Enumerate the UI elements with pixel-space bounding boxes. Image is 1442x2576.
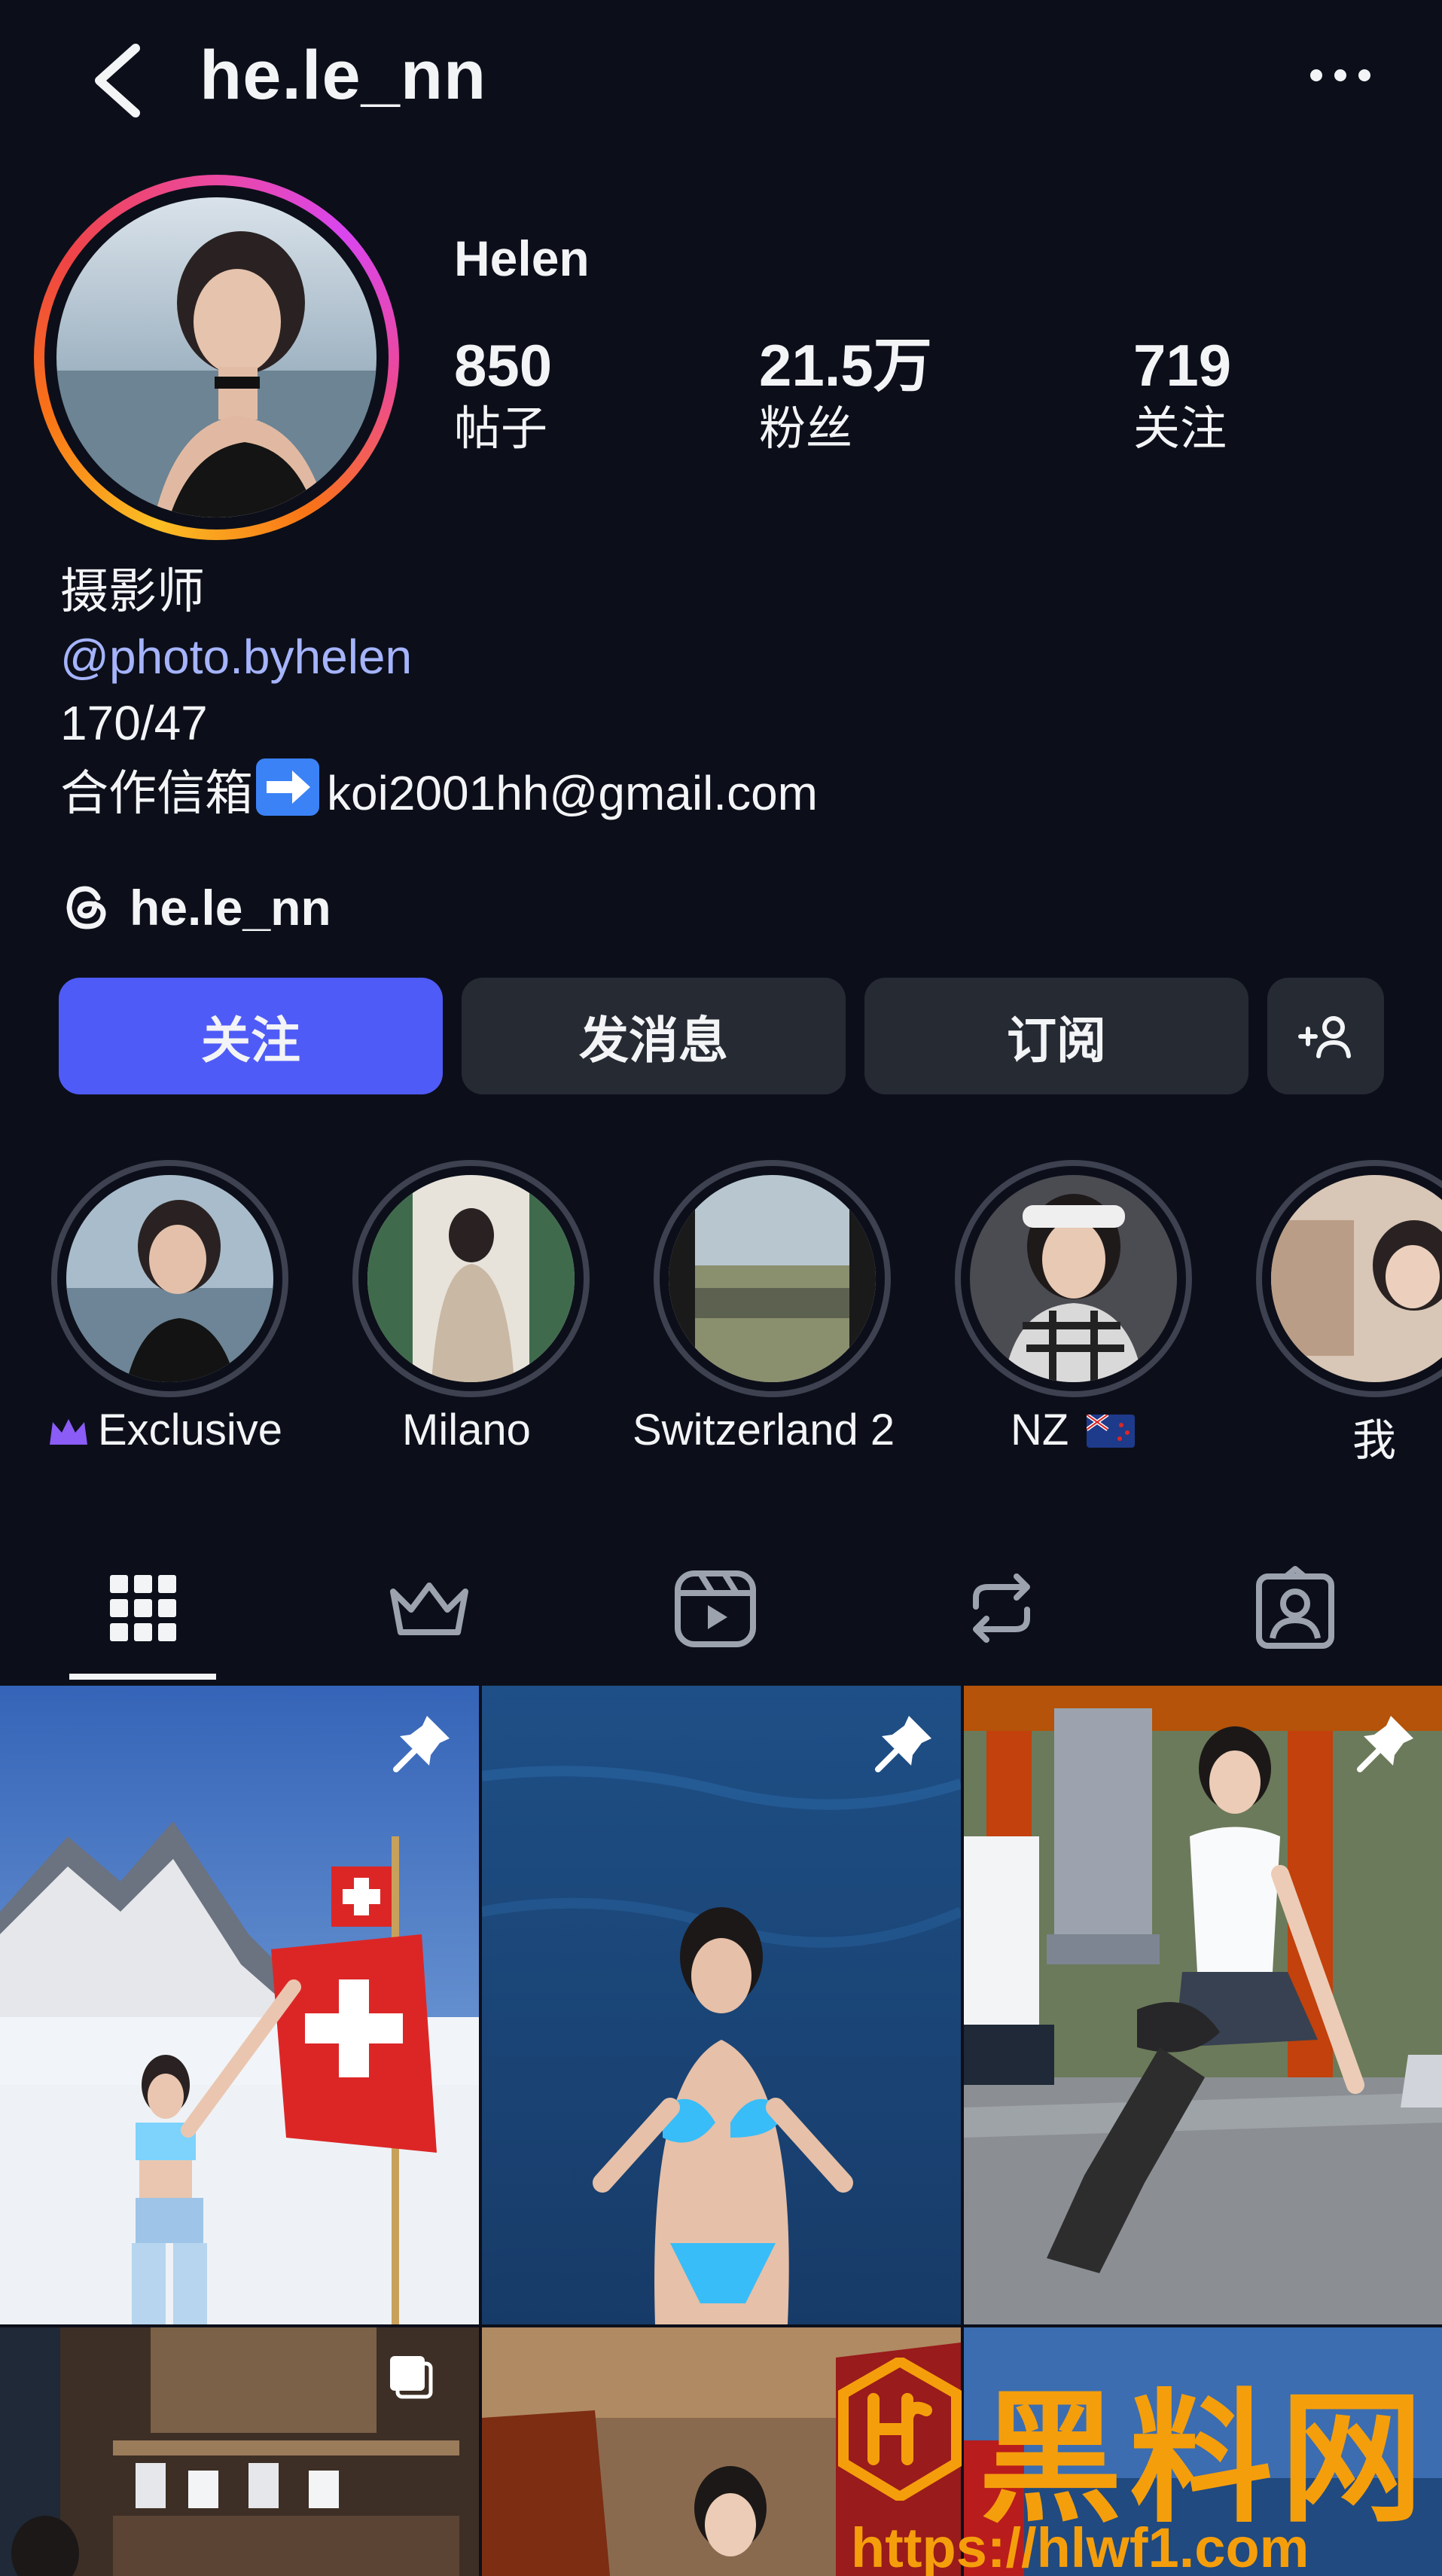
watermark-url: https://hlwf1.com: [851, 2516, 1309, 2576]
threads-icon: [66, 886, 106, 929]
highlight-label-me: 我: [1352, 1416, 1397, 1465]
stat-following-count: 719: [1133, 332, 1232, 398]
page-title: he.le_nn: [200, 37, 487, 114]
display-name: Helen: [454, 230, 590, 286]
right-arrow-emoji-icon: [256, 758, 319, 816]
bio-mention-link[interactable]: @photo.byhelen: [60, 627, 412, 687]
chevron-left-icon[interactable]: [83, 39, 151, 122]
stat-posts-label: 帖子: [454, 403, 548, 455]
carousel-icon: [390, 2356, 433, 2399]
highlight-cover: [66, 1175, 273, 1382]
pin-icon: [875, 1716, 931, 1772]
stat-following-label: 关注: [1133, 403, 1227, 455]
highlight-label-switzerland-2: Switzerland 2: [633, 1406, 895, 1454]
pin-icon: [393, 1716, 450, 1772]
subscribe-button[interactable]: 订阅: [864, 978, 1248, 1094]
bio-email[interactable]: koi2001hh@gmail.com: [327, 766, 818, 820]
crown-icon: [50, 1419, 87, 1445]
post-thumbnail[interactable]: [0, 1686, 479, 2324]
stat-following[interactable]: 719 关注: [1133, 331, 1231, 459]
stat-posts-count: 850: [454, 332, 553, 398]
highlight-nz[interactable]: [955, 1160, 1192, 1397]
tagged-icon[interactable]: [1250, 1563, 1340, 1653]
highlight-cover: [669, 1175, 876, 1382]
post-thumbnail[interactable]: [0, 2327, 479, 2576]
highlight-cover: [970, 1175, 1177, 1382]
highlight-cover: [367, 1175, 575, 1382]
reels-icon[interactable]: [670, 1563, 761, 1653]
grid-icon[interactable]: [98, 1563, 188, 1653]
follow-button[interactable]: 关注: [59, 978, 443, 1094]
avatar: [56, 197, 377, 517]
stat-followers[interactable]: 21.5万 粉丝: [759, 331, 932, 459]
highlight-me[interactable]: [1256, 1160, 1442, 1397]
bio-contact-label: 合作信箱: [60, 766, 253, 820]
stat-followers-count: 21.5万: [759, 332, 932, 398]
bio-measurements: 170/47: [60, 696, 208, 750]
post-thumbnail[interactable]: [964, 1686, 1442, 2324]
bio-occupation: 摄影师: [60, 564, 205, 618]
highlight-label-nz: NZ: [1011, 1405, 1136, 1455]
highlight-switzerland-2[interactable]: [654, 1160, 891, 1397]
crown-icon[interactable]: [384, 1563, 474, 1653]
active-tab-indicator: [69, 1674, 216, 1680]
nz-flag-icon: [1086, 1412, 1136, 1448]
highlight-milano[interactable]: [352, 1160, 590, 1397]
watermark-logo-icon: [838, 2358, 962, 2501]
post-thumbnail[interactable]: [482, 1686, 961, 2324]
repost-icon[interactable]: [956, 1563, 1047, 1653]
site-watermark: 黑料网 https://hlwf1.com: [836, 2343, 1438, 2576]
highlight-exclusive[interactable]: [51, 1160, 288, 1397]
person-add-icon: [1297, 1015, 1351, 1058]
stat-followers-label: 粉丝: [759, 403, 853, 455]
highlight-label-exclusive: Exclusive: [47, 1405, 282, 1455]
more-horizontal-icon[interactable]: [1303, 60, 1378, 90]
highlight-label-milano: Milano: [402, 1406, 531, 1454]
message-button[interactable]: 发消息: [462, 978, 846, 1094]
add-user-button[interactable]: [1267, 978, 1384, 1094]
bio-contact: 合作信箱 koi2001hh@gmail.com: [60, 758, 818, 823]
stat-posts[interactable]: 850 帖子: [454, 331, 552, 459]
threads-link[interactable]: he.le_nn: [60, 874, 331, 942]
avatar-story-ring[interactable]: [34, 175, 399, 540]
threads-handle: he.le_nn: [130, 880, 331, 935]
top-bar: he.le_nn: [0, 0, 1442, 166]
pin-icon: [1357, 1716, 1413, 1772]
